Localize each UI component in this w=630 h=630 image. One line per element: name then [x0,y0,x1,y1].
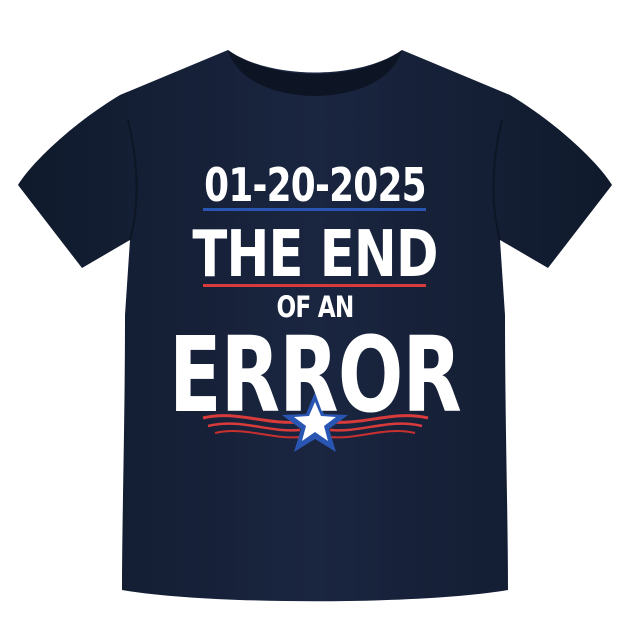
red-underline [203,284,426,287]
print-date: 01-20-2025 [204,158,426,212]
product-image: 01-20-2025 THE END OF AN ERROR [0,0,630,630]
print-line-the-end: THE END [192,218,438,292]
blue-underline [203,208,426,211]
print-line-error: ERROR [168,314,462,436]
